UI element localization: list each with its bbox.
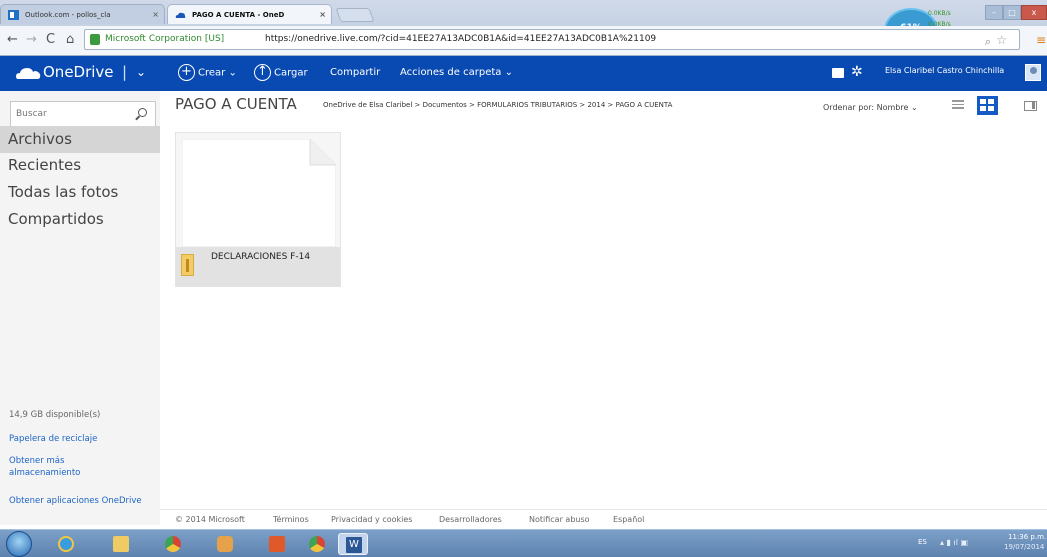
sidebar-item-compartidos[interactable]: Compartidos: [0, 206, 160, 233]
create-label: Crear ⌄: [198, 67, 237, 79]
sidebar: Archivos Recientes Todas las fotos Compa…: [0, 91, 160, 525]
zoom-icon[interactable]: ⌕: [985, 32, 991, 51]
tab-close-icon[interactable]: ×: [152, 5, 159, 25]
avatar[interactable]: [1025, 64, 1041, 81]
home-button[interactable]: ⌂: [66, 32, 74, 48]
clock-date[interactable]: 19/07/2014: [1004, 543, 1044, 551]
paint-icon: [217, 536, 233, 552]
plus-circle-icon: +: [178, 64, 195, 81]
taskbar-word[interactable]: W: [338, 533, 368, 555]
address-bar[interactable]: Microsoft Corporation [US] https://onedr…: [84, 29, 1020, 50]
tab-label: PAGO A CUENTA - OneD: [192, 11, 285, 19]
taskbar-chrome-active[interactable]: [302, 533, 332, 555]
start-button[interactable]: [6, 531, 32, 557]
report-abuse-link[interactable]: Notificar abuso: [529, 515, 590, 524]
taskbar-explorer[interactable]: [106, 533, 136, 555]
browser-toolbar: ← → C ⌂ Microsoft Corporation [US] https…: [0, 26, 1047, 56]
folder-preview-page-icon: [182, 139, 336, 247]
clock-time[interactable]: 11:36 p.m.: [1008, 533, 1046, 541]
tab-outlook[interactable]: Outlook.com - pollos_cla ×: [0, 4, 165, 24]
app-switcher-chevron-icon[interactable]: ⌄: [136, 65, 146, 79]
chat-icon[interactable]: [832, 68, 844, 78]
onedrive-brand[interactable]: OneDrive: [43, 63, 114, 81]
window-close-button[interactable]: x: [1021, 5, 1047, 20]
terms-link[interactable]: Términos: [273, 515, 309, 524]
page-title: PAGO A CUENTA: [175, 95, 297, 113]
office-icon: [269, 536, 285, 552]
language-link[interactable]: Español: [613, 515, 644, 524]
upload-button[interactable]: ↑ Cargar: [254, 64, 308, 83]
sidebar-item-todas-las-fotos[interactable]: Todas las fotos: [0, 179, 160, 206]
new-tab-button[interactable]: [335, 8, 375, 22]
breadcrumb[interactable]: OneDrive de Elsa Claribel > Documentos >…: [323, 101, 672, 109]
upload-label: Cargar: [274, 67, 308, 79]
maximize-button[interactable]: □: [1003, 5, 1021, 20]
forward-button[interactable]: →: [26, 32, 37, 48]
internet-explorer-icon: [58, 536, 74, 552]
tab-close-icon[interactable]: ×: [319, 5, 326, 25]
url-text[interactable]: https://onedrive.live.com/?cid=41EE27A13…: [265, 30, 656, 49]
header-separator: |: [122, 63, 128, 81]
windows-taskbar: W ES ▴ ▮ ıl ▣ 11:36 p.m. 19/07/2014: [0, 529, 1047, 557]
back-button[interactable]: ←: [7, 32, 18, 48]
system-tray-icons[interactable]: ▴ ▮ ıl ▣: [940, 538, 968, 547]
folder-icon: [113, 536, 129, 552]
ev-certificate-label[interactable]: Microsoft Corporation [US]: [105, 30, 224, 49]
chrome-icon: [309, 536, 325, 552]
folder-zip-icon: [181, 254, 194, 276]
search-input[interactable]: [16, 106, 131, 122]
copyright-text: © 2014 Microsoft: [175, 515, 245, 524]
search-box: [10, 101, 156, 127]
onedrive-cloud-icon: [175, 12, 186, 18]
sidebar-item-archivos[interactable]: Archivos: [0, 126, 160, 153]
folder-tile[interactable]: DECLARACIONES F-14: [175, 132, 341, 287]
user-name[interactable]: Elsa Claribel Castro Chinchilla: [885, 66, 1004, 75]
language-indicator[interactable]: ES: [918, 538, 927, 546]
get-more-storage-link[interactable]: Obtener más almacenamiento: [9, 455, 129, 479]
window-controls: – □ x: [985, 0, 1047, 20]
privacy-link[interactable]: Privacidad y cookies: [331, 515, 412, 524]
tiles-view-icon[interactable]: [977, 96, 998, 115]
taskbar-paint[interactable]: [210, 533, 240, 555]
upload-circle-icon: ↑: [254, 64, 271, 81]
folder-tile-footer: DECLARACIONES F-14: [176, 247, 340, 286]
outlook-icon: [8, 10, 19, 20]
word-icon: W: [346, 537, 362, 553]
network-upload-rate: 0.0KB/s: [928, 10, 951, 17]
bookmark-star-icon[interactable]: ☆: [996, 31, 1007, 50]
browser-menu-icon[interactable]: ≡: [1036, 33, 1046, 47]
sort-dropdown[interactable]: Ordenar por: Nombre ⌄: [823, 103, 918, 112]
share-button[interactable]: Compartir: [330, 64, 380, 82]
folder-actions-button[interactable]: Acciones de carpeta ⌄: [400, 64, 513, 82]
sidebar-item-recientes[interactable]: Recientes: [0, 152, 160, 179]
lock-icon: [90, 34, 100, 45]
search-icon[interactable]: [138, 108, 147, 117]
storage-available-text: 14,9 GB disponible(s): [9, 410, 101, 420]
list-view-icon[interactable]: [952, 100, 964, 111]
folder-name[interactable]: DECLARACIONES F-14: [211, 252, 310, 262]
details-pane-icon[interactable]: [1024, 101, 1037, 111]
get-apps-link[interactable]: Obtener aplicaciones OneDrive: [9, 495, 149, 507]
reload-button[interactable]: C: [46, 32, 55, 48]
recycle-bin-link[interactable]: Papelera de reciclaje: [9, 433, 97, 445]
gear-icon[interactable]: ✲: [851, 64, 863, 80]
taskbar-office[interactable]: [262, 533, 292, 555]
chrome-icon: [165, 536, 181, 552]
onedrive-header: OneDrive | ⌄ + Crear ⌄ ↑ Cargar Compartir …: [0, 56, 1047, 91]
developers-link[interactable]: Desarrolladores: [439, 515, 502, 524]
page-footer: © 2014 Microsoft Términos Privacidad y c…: [160, 509, 1047, 529]
tab-label: Outlook.com - pollos_cla: [25, 11, 111, 19]
browser-chrome: Outlook.com - pollos_cla × PAGO A CUENTA…: [0, 0, 1047, 56]
tab-onedrive[interactable]: PAGO A CUENTA - OneD ×: [167, 4, 332, 24]
onedrive-cloud-icon[interactable]: [16, 65, 41, 80]
create-button[interactable]: + Crear ⌄: [178, 64, 237, 83]
taskbar-chrome[interactable]: [158, 533, 188, 555]
minimize-button[interactable]: –: [985, 5, 1003, 20]
taskbar-ie[interactable]: [51, 533, 81, 555]
